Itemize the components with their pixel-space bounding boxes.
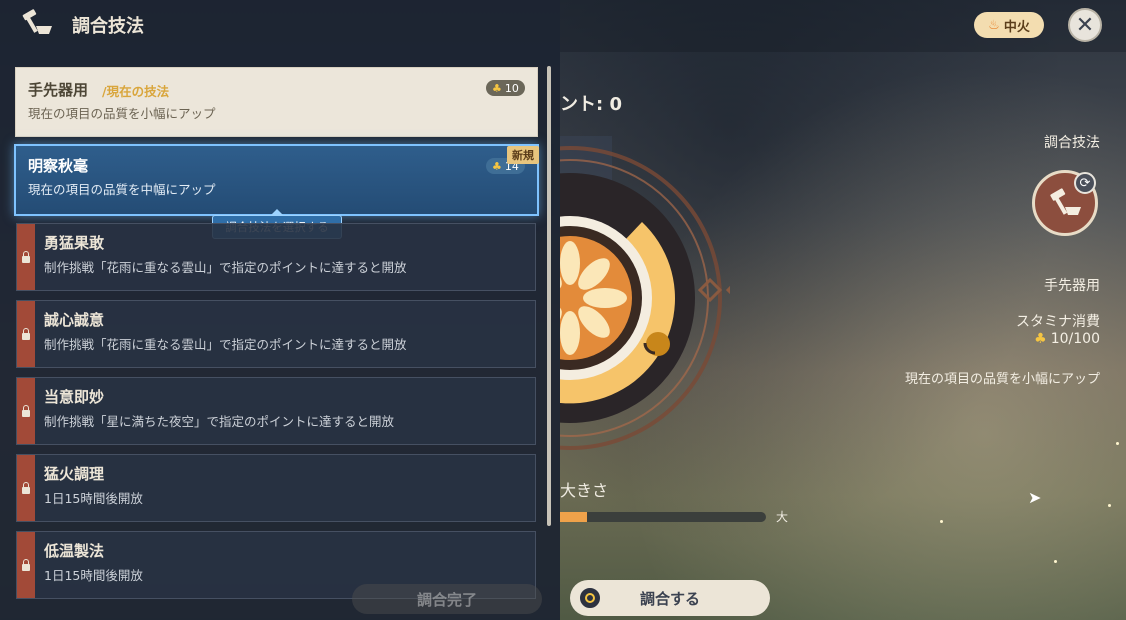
technique-name: 明察秋毫 [28,157,89,175]
technique-info-name: 手先器用 [1044,278,1100,294]
size-progress-fill [560,512,587,522]
unlock-condition: 制作挑戦「星に満ちた夜空」で指定のポイントに達すると開放 [44,414,395,429]
stamina-value-text: 10/100 [1050,331,1100,347]
crafting-scene: ント: 0 › ♨ 中火 ✕ 調合技法 [560,0,1126,620]
size-label: 大きさ [560,481,609,500]
technique-card-locked[interactable]: 誠心誠意 制作挑戦「花雨に重なる雲山」で指定のポイントに達すると開放 [16,300,536,368]
sparkle [1108,504,1111,507]
lock-icon [17,378,35,444]
technique-info-description: 現在の項目の品質を小幅にアップ [904,372,1100,387]
unlock-condition: 1日15時間後開放 [44,568,143,583]
blend-button-label: 調合する [639,589,700,608]
lock-icon [17,455,35,521]
stamina-cost-pill: ♣ 10 [486,80,525,96]
size-max-label: 大 [776,510,789,524]
technique-description: 現在の項目の品質を中幅にアップ [28,182,216,197]
unlock-condition: 制作挑戦「花雨に重なる雲山」で指定のポイントに達すると開放 [44,260,407,275]
unlock-condition: 1日15時間後開放 [44,491,143,506]
heat-level-label: 中火 [1003,19,1030,35]
stamina-label: スタミナ消費 [1016,314,1100,330]
technique-name: 勇猛果敢 [44,234,105,252]
sparkle [940,520,943,523]
hammer-pot-icon [22,9,52,34]
blend-button[interactable]: 調合する [570,580,770,616]
finish-blending-button[interactable]: 調合完了 [352,584,542,614]
technique-card-current[interactable]: 手先器用 /現在の技法 ♣ 10 現在の項目の品質を小幅にアップ [15,67,538,137]
technique-card-locked[interactable]: 当意即妙 制作挑戦「星に満ちた夜空」で指定のポイントに達すると開放 [16,377,536,445]
lock-icon [17,301,35,367]
stamina-value: ♣ 10/100 [1034,331,1100,347]
heat-level-badge: ♨ 中火 [974,12,1044,38]
technique-card-selected[interactable]: 明察秋毫 ♣ 14 新規 現在の項目の品質を中幅にアップ [14,144,539,216]
heat-dial [560,146,730,450]
confirm-ring-icon [580,588,600,608]
panel-header: 調合技法 [0,0,560,48]
stamina-coin-icon: ♣ [492,81,502,95]
technique-name: 低温製法 [44,542,105,560]
new-badge: 新規 [507,146,539,164]
stamina-cost: 10 [504,81,519,95]
refresh-icon[interactable]: ⟳ [1074,172,1096,194]
close-button[interactable]: ✕ [1068,8,1102,42]
current-technique-tag: /現在の技法 [102,84,170,99]
technique-info-title: 調合技法 [1044,135,1100,151]
size-progress-bar [560,512,766,522]
technique-name: 手先器用 [28,81,89,99]
mouse-cursor-icon: ➤ [1028,488,1042,507]
panel-title: 調合技法 [72,16,144,37]
technique-card-locked[interactable]: 猛火調理 1日15時間後開放 [16,454,536,522]
points-label: ント: 0 [560,94,622,115]
technique-description: 現在の項目の品質を小幅にアップ [28,106,216,121]
technique-name: 猛火調理 [44,465,105,483]
stamina-coin-icon: ♣ [492,159,502,173]
technique-card-locked[interactable]: 勇猛果敢 制作挑戦「花雨に重なる雲山」で指定のポイントに達すると開放 [16,223,536,291]
lock-icon [17,224,35,290]
technique-name: 誠心誠意 [44,311,105,329]
stamina-coin-icon: ♣ [1034,331,1047,347]
dial-ornament [697,277,730,303]
technique-name: 当意即妙 [44,388,105,406]
lock-icon [17,532,35,598]
sparkle [1054,560,1057,563]
technique-panel: 調合技法 手先器用 /現在の技法 ♣ 10 現在の項目の品質を小幅にアップ 明察… [0,0,560,620]
unlock-condition: 制作挑戦「花雨に重なる雲山」で指定のポイントに達すると開放 [44,337,407,352]
close-icon: ✕ [1075,12,1095,38]
list-scrollbar[interactable] [547,66,551,526]
flame-icon: ♨ [988,17,1000,33]
sparkle [1116,442,1119,445]
